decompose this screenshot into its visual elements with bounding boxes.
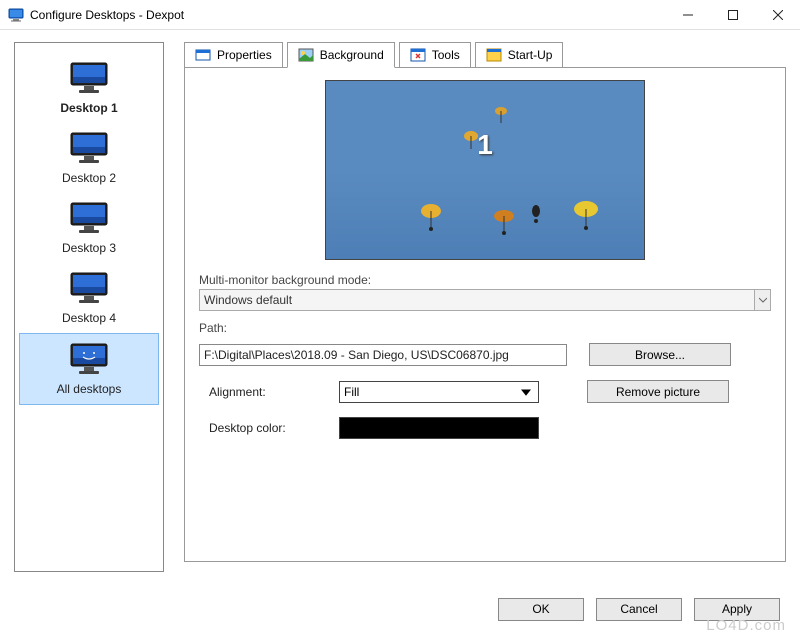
main-panel: Properties Background Tools Start-Up: [184, 42, 786, 578]
background-preview[interactable]: 1: [325, 80, 645, 260]
desktop-color-label: Desktop color:: [199, 421, 339, 435]
cancel-button[interactable]: Cancel: [596, 598, 682, 621]
chevron-down-icon: [518, 384, 534, 400]
window-title: Configure Desktops - Dexpot: [30, 8, 665, 22]
preview-container: 1: [199, 80, 771, 263]
sidebar-item-all-desktops[interactable]: All desktops: [19, 333, 159, 405]
monitor-icon: [67, 201, 111, 235]
tab-label: Background: [320, 48, 384, 62]
ok-button[interactable]: OK: [498, 598, 584, 621]
startup-icon: [486, 48, 502, 62]
multi-monitor-select[interactable]: Windows default: [199, 289, 771, 311]
tab-label: Tools: [432, 48, 460, 62]
sidebar-item-label: Desktop 2: [23, 171, 155, 185]
monitor-icon: [67, 131, 111, 165]
minimize-button[interactable]: [665, 0, 710, 30]
titlebar: Configure Desktops - Dexpot: [0, 0, 800, 30]
tab-startup[interactable]: Start-Up: [475, 42, 564, 68]
tab-properties[interactable]: Properties: [184, 42, 283, 68]
sidebar-item-label: Desktop 4: [23, 311, 155, 325]
background-icon: [298, 48, 314, 62]
close-button[interactable]: [755, 0, 800, 30]
monitor-icon: [67, 61, 111, 95]
preview-number: 1: [477, 129, 493, 161]
remove-picture-button[interactable]: Remove picture: [587, 380, 729, 403]
multi-monitor-label: Multi-monitor background mode:: [199, 273, 771, 287]
sidebar-item-label: All desktops: [24, 382, 154, 396]
path-label: Path:: [199, 321, 771, 335]
tab-bar: Properties Background Tools Start-Up: [184, 42, 786, 68]
tab-label: Properties: [217, 48, 272, 62]
path-input[interactable]: F:\Digital\Places\2018.09 - San Diego, U…: [199, 344, 567, 366]
alignment-value: Fill: [344, 385, 359, 399]
apply-button[interactable]: Apply: [694, 598, 780, 621]
sidebar-item-desktop-2[interactable]: Desktop 2: [19, 123, 159, 193]
alignment-select[interactable]: Fill: [339, 381, 539, 403]
sidebar-item-desktop-3[interactable]: Desktop 3: [19, 193, 159, 263]
browse-button[interactable]: Browse...: [589, 343, 731, 366]
tools-icon: [410, 48, 426, 62]
monitor-icon: [67, 342, 111, 376]
properties-icon: [195, 48, 211, 62]
tab-background[interactable]: Background: [287, 42, 395, 68]
sidebar-item-desktop-1[interactable]: Desktop 1: [19, 53, 159, 123]
alignment-label: Alignment:: [199, 385, 339, 399]
desktop-list: Desktop 1 Desktop 2 Desktop 3 Desktop 4 …: [14, 42, 164, 572]
tab-tools[interactable]: Tools: [399, 42, 471, 68]
multi-monitor-value: Windows default: [204, 293, 292, 307]
maximize-button[interactable]: [710, 0, 755, 30]
path-value: F:\Digital\Places\2018.09 - San Diego, U…: [204, 348, 509, 362]
content-area: Desktop 1 Desktop 2 Desktop 3 Desktop 4 …: [0, 30, 800, 590]
sidebar-item-label: Desktop 3: [23, 241, 155, 255]
tab-label: Start-Up: [508, 48, 553, 62]
background-panel: 1 Multi-monitor background mode: Windows…: [184, 67, 786, 562]
dialog-button-bar: OK Cancel Apply: [0, 590, 800, 628]
desktop-color-swatch[interactable]: [339, 417, 539, 439]
sidebar-item-desktop-4[interactable]: Desktop 4: [19, 263, 159, 333]
sidebar-item-label: Desktop 1: [23, 101, 155, 115]
chevron-down-icon: [754, 290, 770, 310]
monitor-icon: [67, 271, 111, 305]
app-icon: [8, 7, 24, 23]
